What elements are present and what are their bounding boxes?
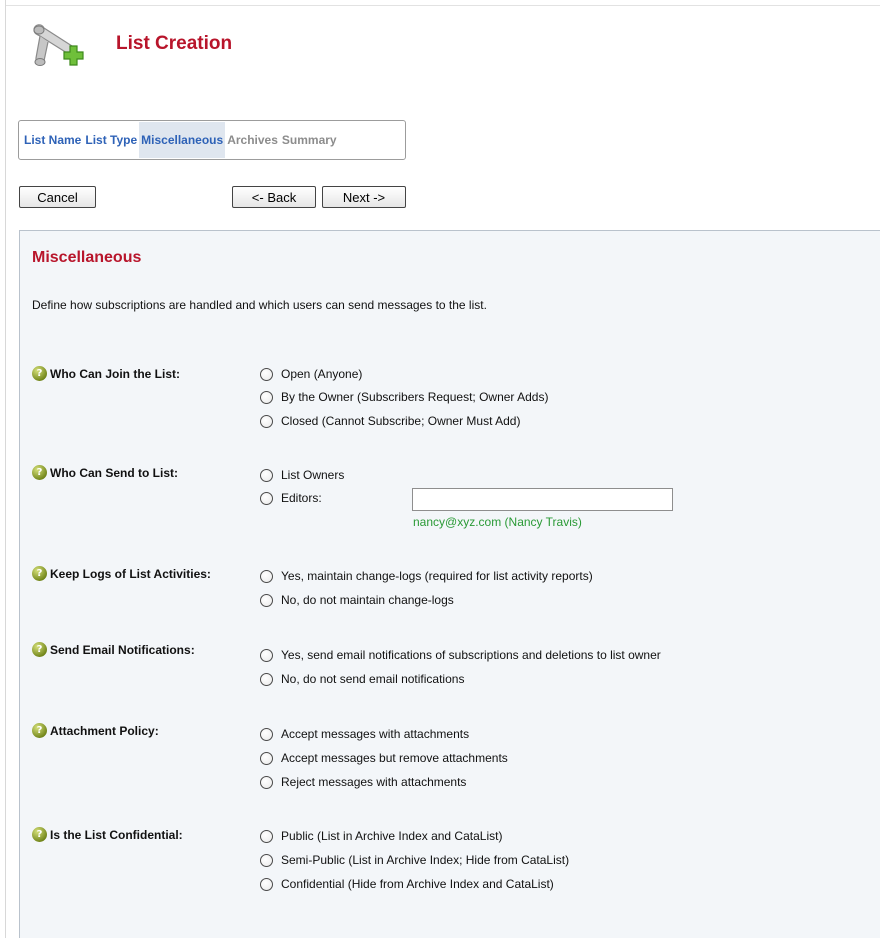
back-button[interactable]: <- Back: [232, 186, 316, 208]
wizard-step-miscellaneous: Miscellaneous: [139, 122, 226, 158]
wizard-step-list-type[interactable]: List Type: [83, 122, 139, 158]
radio-send-editors[interactable]: Editors:: [260, 491, 322, 505]
radio-button[interactable]: [260, 648, 273, 662]
radio-join-closed[interactable]: Closed (Cannot Subscribe; Owner Must Add…: [260, 414, 520, 428]
page-title: List Creation: [116, 33, 233, 54]
next-button[interactable]: Next ->: [322, 186, 406, 208]
radio-attachments-reject[interactable]: Reject messages with attachments: [260, 775, 466, 789]
radio-button[interactable]: [260, 853, 273, 867]
radio-confidential-semi-public[interactable]: Semi-Public (List in Archive Index; Hide…: [260, 853, 569, 867]
section-description: Define how subscriptions are handled and…: [32, 298, 487, 312]
radio-confidential-confidential[interactable]: Confidential (Hide from Archive Index an…: [260, 877, 554, 891]
editors-input[interactable]: [412, 488, 673, 511]
help-icon[interactable]: ?: [32, 723, 47, 738]
scroll-add-icon: [26, 18, 90, 78]
page-left-border: [0, 0, 6, 938]
radio-notifications-no[interactable]: No, do not send email notifications: [260, 672, 464, 686]
radio-button[interactable]: [260, 877, 273, 891]
radio-button[interactable]: [260, 414, 273, 428]
question-label-confidential: ? Is the List Confidential:: [32, 827, 183, 842]
help-icon[interactable]: ?: [32, 465, 47, 480]
radio-button[interactable]: [260, 593, 273, 607]
radio-button[interactable]: [260, 751, 273, 765]
radio-logs-no[interactable]: No, do not maintain change-logs: [260, 593, 454, 607]
help-icon[interactable]: ?: [32, 642, 47, 657]
page-header: List Creation: [26, 18, 232, 78]
radio-logs-yes[interactable]: Yes, maintain change-logs (required for …: [260, 569, 593, 583]
radio-button[interactable]: [260, 672, 273, 686]
radio-button[interactable]: [260, 367, 273, 381]
page-top-border: [6, 0, 880, 6]
radio-button[interactable]: [260, 569, 273, 583]
question-label-attachment-policy: ? Attachment Policy:: [32, 723, 159, 738]
radio-button[interactable]: [260, 468, 273, 482]
help-icon[interactable]: ?: [32, 566, 47, 581]
help-icon[interactable]: ?: [32, 827, 47, 842]
help-icon[interactable]: ?: [32, 366, 47, 381]
radio-button[interactable]: [260, 727, 273, 741]
radio-notifications-yes[interactable]: Yes, send email notifications of subscri…: [260, 648, 661, 662]
editor-hint: nancy@xyz.com (Nancy Travis): [413, 515, 582, 529]
wizard-step-archives: Archives: [227, 133, 278, 147]
wizard-steps: List Name List Type Miscellaneous Archiv…: [18, 120, 406, 160]
radio-join-by-owner[interactable]: By the Owner (Subscribers Request; Owner…: [260, 390, 548, 404]
radio-attachments-remove[interactable]: Accept messages but remove attachments: [260, 751, 508, 765]
radio-button[interactable]: [260, 775, 273, 789]
section-title: Miscellaneous: [32, 249, 142, 266]
question-label-email-notifications: ? Send Email Notifications:: [32, 642, 195, 657]
wizard-step-list-name[interactable]: List Name: [22, 122, 83, 158]
radio-send-list-owners[interactable]: List Owners: [260, 468, 344, 482]
question-label-keep-logs: ? Keep Logs of List Activities:: [32, 566, 211, 581]
question-label-who-can-send: ? Who Can Send to List:: [32, 465, 178, 480]
radio-button[interactable]: [260, 491, 273, 505]
radio-confidential-public[interactable]: Public (List in Archive Index and CataLi…: [260, 829, 502, 843]
cancel-button[interactable]: Cancel: [19, 186, 96, 208]
radio-join-open[interactable]: Open (Anyone): [260, 367, 362, 381]
wizard-step-summary: Summary: [281, 133, 337, 147]
radio-attachments-accept[interactable]: Accept messages with attachments: [260, 727, 469, 741]
question-label-who-can-join: ? Who Can Join the List:: [32, 366, 180, 381]
radio-button[interactable]: [260, 390, 273, 404]
radio-button[interactable]: [260, 829, 273, 843]
miscellaneous-panel: Miscellaneous Define how subscriptions a…: [19, 230, 880, 938]
